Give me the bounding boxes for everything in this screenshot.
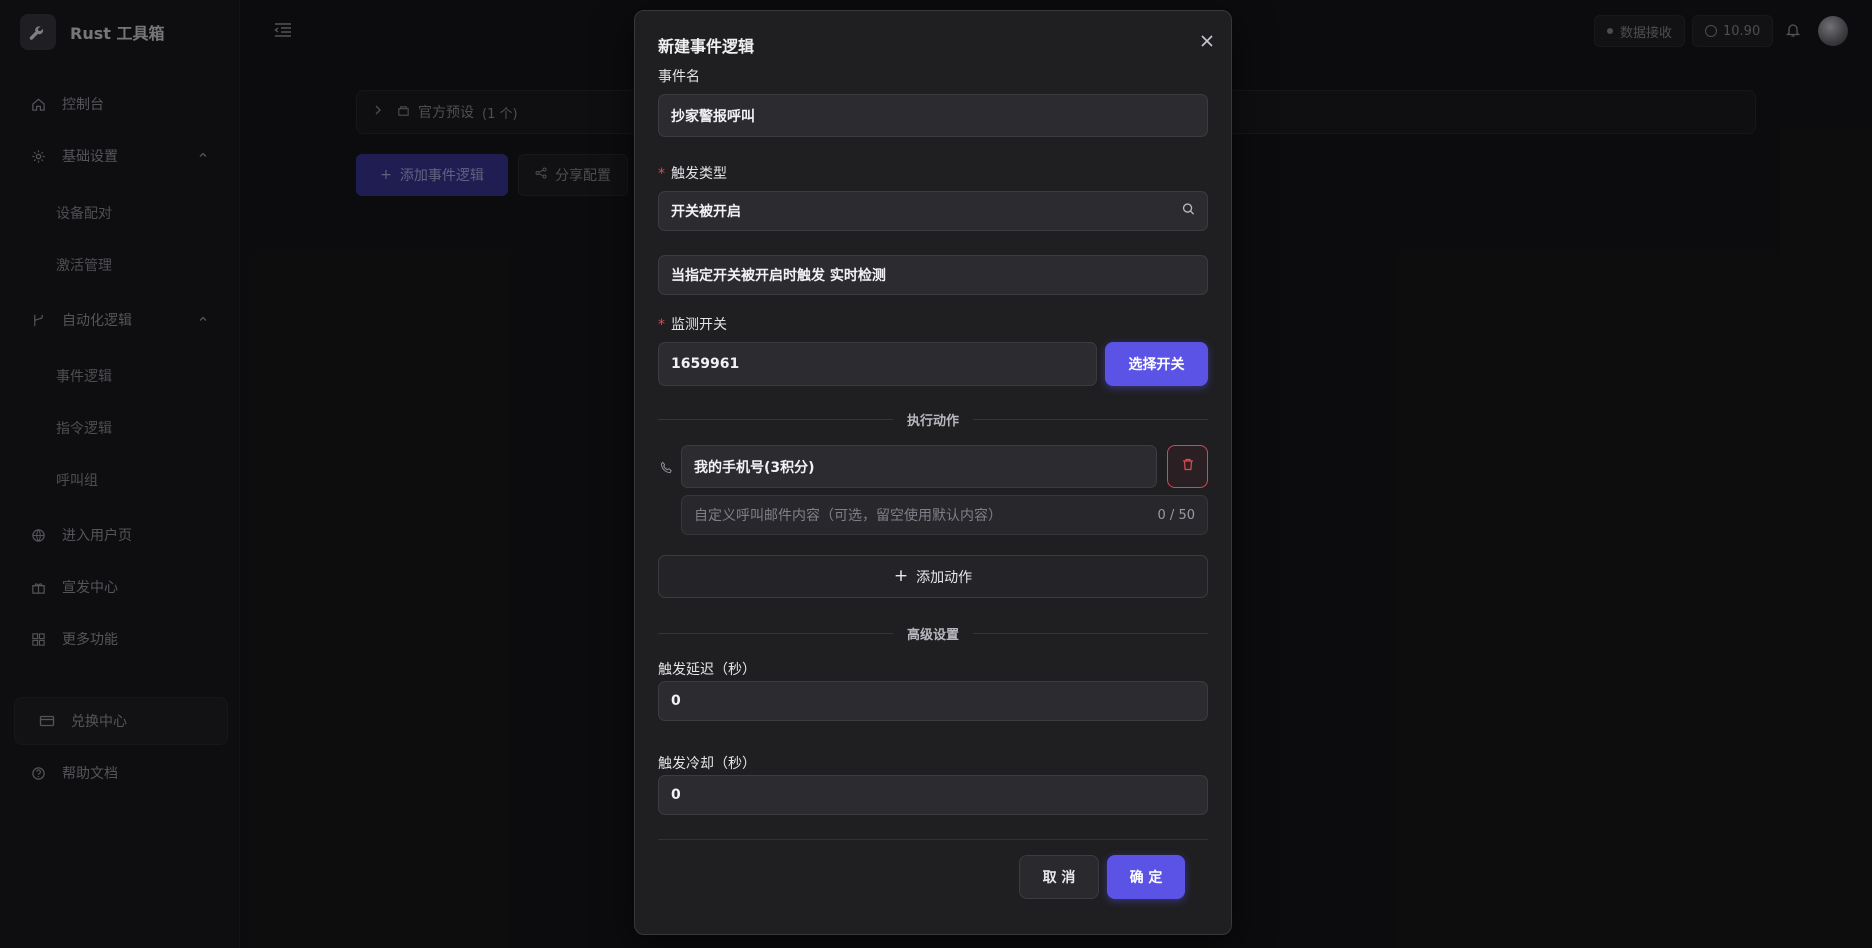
actions-divider-text: 执行动作 [907,413,960,429]
event-name-input[interactable]: 抄家警报呼叫 [658,94,1208,137]
cancel-button[interactable]: 取 消 [1019,855,1099,899]
delete-action-button[interactable] [1167,445,1208,488]
trash-icon [1182,458,1194,475]
trigger-delay-value: 0 [671,693,681,709]
new-event-logic-dialog: 新建事件逻辑 事件名 抄家警报呼叫 * 触发类型 开关被开启 当指定开关被开启时触… [634,10,1232,935]
trigger-cooldown-value: 0 [671,787,681,803]
add-action-button[interactable]: + 添加动作 [658,555,1208,598]
confirm-button[interactable]: 确 定 [1107,855,1185,899]
monitor-switch-input[interactable]: 1659961 [658,342,1097,386]
advanced-divider-text: 高级设置 [907,627,960,643]
event-name-label: 事件名 [658,69,700,85]
phone-icon [660,461,673,478]
action-target-select[interactable]: 我的手机号(3积分) [681,445,1157,488]
dialog-title: 新建事件逻辑 [658,37,755,56]
required-mark: * [658,166,665,182]
trigger-cooldown-input[interactable]: 0 [658,775,1208,815]
monitor-switch-value: 1659961 [671,356,740,372]
trigger-type-value: 开关被开启 [671,204,741,220]
monitor-switch-label: * 监测开关 [658,314,727,334]
search-icon [1182,203,1195,220]
actions-divider: 执行动作 [658,410,1209,429]
trigger-type-label-text: 触发类型 [671,166,727,182]
advanced-divider: 高级设置 [658,624,1209,643]
trigger-delay-label: 触发延迟（秒） [658,662,756,678]
action-target-value: 我的手机号(3积分) [694,459,815,476]
trigger-type-label: * 触发类型 [658,163,727,183]
trigger-delay-input[interactable]: 0 [658,681,1208,721]
monitor-switch-label-text: 监测开关 [671,317,727,333]
required-mark: * [658,317,665,333]
event-name-value: 抄家警报呼叫 [671,108,755,125]
trigger-type-select[interactable]: 开关被开启 [658,191,1208,231]
add-action-label: 添加动作 [916,569,973,586]
trigger-description-text: 当指定开关被开启时触发 实时检测 [671,268,886,284]
plus-icon: + [893,566,909,586]
footer-divider [658,839,1208,840]
select-switch-button[interactable]: 选择开关 [1105,342,1208,386]
trigger-description: 当指定开关被开启时触发 实时检测 [658,255,1208,295]
close-icon[interactable] [1197,31,1217,51]
call-message-placeholder: 自定义呼叫邮件内容（可选，留空使用默认内容） [694,508,1002,524]
trigger-cooldown-label: 触发冷却（秒） [658,756,756,772]
char-counter: 0 / 50 [1157,507,1195,523]
call-message-input[interactable]: 自定义呼叫邮件内容（可选，留空使用默认内容） 0 / 50 [681,495,1208,535]
